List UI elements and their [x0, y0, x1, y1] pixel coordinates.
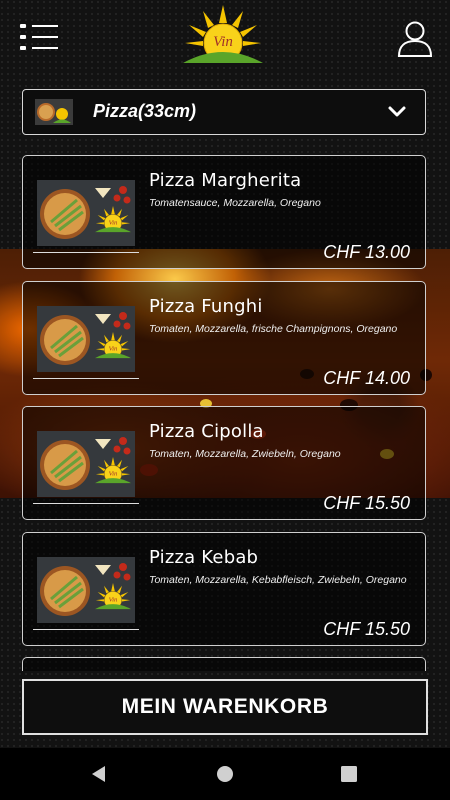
product-logo-text: Vin — [109, 345, 118, 352]
product-price: CHF 15.50 — [323, 493, 410, 513]
product-image: Vin — [37, 431, 135, 497]
product-description: Tomaten, Mozzarella, Kebabfleisch, Zwieb… — [149, 574, 407, 586]
user-icon[interactable] — [397, 20, 433, 58]
logo-text: Vin — [213, 34, 233, 50]
product-card[interactable]: Vin Pizza Cipolla Tomaten, Mozzarella, Z… — [22, 406, 426, 520]
product-image: Vin — [37, 557, 135, 623]
category-label: Pizza(33cm) — [93, 101, 197, 121]
product-name: Pizza Margherita — [149, 170, 302, 191]
divider — [33, 378, 139, 379]
product-card[interactable]: Vin Pizza Funghi Tomaten, Mozzarella, fr… — [22, 281, 426, 395]
divider — [33, 252, 139, 253]
product-name: Pizza Kebab — [149, 547, 259, 568]
product-image: Vin — [37, 180, 135, 246]
product-description: Tomaten, Mozzarella, Zwiebeln, Oregano — [149, 448, 341, 460]
product-price: CHF 14.00 — [323, 368, 410, 388]
divider — [33, 503, 139, 504]
divider — [33, 629, 139, 630]
product-logo-text: Vin — [109, 470, 118, 477]
system-nav-bar — [0, 748, 450, 800]
product-description: Tomaten, Mozzarella, frische Champignons… — [149, 323, 398, 335]
category-thumbnail — [35, 99, 73, 125]
product-price: CHF 13.00 — [323, 242, 410, 262]
app-header: Vin — [0, 0, 450, 75]
menu-button[interactable] — [20, 22, 60, 54]
category-select[interactable]: Pizza(33cm) — [22, 89, 426, 135]
product-name: Pizza Cipolla — [149, 421, 264, 442]
product-card-partial[interactable] — [22, 657, 426, 671]
logo: Vin — [183, 5, 263, 64]
cart-button-label: MEIN WARENKORB — [121, 695, 329, 718]
chevron-down-icon — [388, 106, 406, 117]
product-card[interactable]: Vin Pizza Margherita Tomatensauce, Mozza… — [22, 155, 426, 269]
product-price: CHF 15.50 — [323, 619, 410, 639]
product-card[interactable]: Vin Pizza Kebab Tomaten, Mozzarella, Keb… — [22, 532, 426, 646]
product-description: Tomatensauce, Mozzarella, Oregano — [149, 197, 321, 209]
product-image: Vin — [37, 306, 135, 372]
cart-button[interactable]: MEIN WARENKORB — [22, 679, 428, 735]
home-icon[interactable] — [216, 765, 234, 783]
recent-apps-icon[interactable] — [340, 765, 358, 783]
back-icon[interactable] — [90, 765, 108, 783]
product-logo-text: Vin — [109, 219, 118, 226]
product-name: Pizza Funghi — [149, 296, 263, 317]
product-logo-text: Vin — [109, 596, 118, 603]
